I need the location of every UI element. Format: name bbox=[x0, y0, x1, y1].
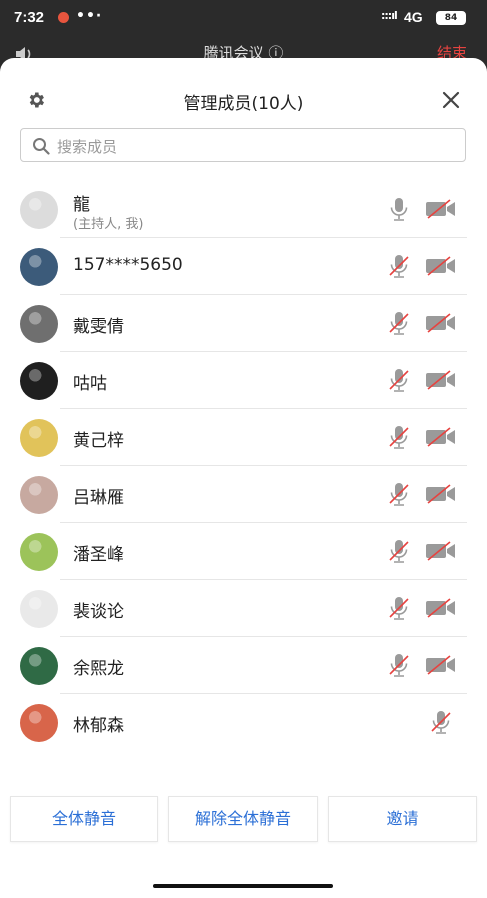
microphone-muted-icon[interactable] bbox=[388, 367, 410, 397]
invite-button[interactable]: 邀请 bbox=[328, 796, 477, 842]
member-row[interactable]: 余熙龙 bbox=[0, 637, 487, 694]
microphone-muted-icon[interactable] bbox=[388, 424, 410, 454]
camera-off-icon[interactable] bbox=[425, 427, 457, 451]
camera-off-icon[interactable] bbox=[425, 256, 457, 280]
status-dots: ••· bbox=[76, 8, 103, 24]
avatar bbox=[20, 419, 58, 457]
member-row[interactable]: 咕咕 bbox=[0, 352, 487, 409]
close-icon[interactable] bbox=[441, 90, 461, 114]
battery-icon: 84 bbox=[436, 11, 466, 25]
microphone-muted-icon[interactable] bbox=[430, 709, 452, 739]
manage-members-sheet: 管理成员(10人) 搜索成员 龍 (主持人, 我) 157****5650 戴雯倩咕咕… bbox=[0, 58, 487, 898]
camera-off-icon[interactable] bbox=[425, 313, 457, 337]
camera-off-icon[interactable] bbox=[425, 655, 457, 679]
member-row[interactable]: 林郁森 bbox=[0, 694, 487, 751]
member-row[interactable]: 吕琳雁 bbox=[0, 466, 487, 523]
action-bar: 全体静音 解除全体静音 邀请 bbox=[0, 793, 487, 843]
member-name: 咕咕 bbox=[73, 374, 107, 394]
member-name: 黄己梓 bbox=[73, 431, 124, 451]
member-row[interactable]: 潘圣峰 bbox=[0, 523, 487, 580]
member-role: (主持人, 我) bbox=[73, 217, 144, 232]
member-name: 吕琳雁 bbox=[73, 488, 124, 508]
avatar bbox=[20, 248, 58, 286]
avatar bbox=[20, 704, 58, 742]
member-name: 林郁森 bbox=[73, 716, 124, 736]
member-name: 龍 bbox=[73, 195, 90, 215]
avatar bbox=[20, 647, 58, 685]
status-bar: 7:32 ••· :::ıl 4G 84 bbox=[0, 0, 487, 36]
avatar bbox=[20, 305, 58, 343]
status-time: 7:32 bbox=[14, 9, 45, 26]
microphone-icon[interactable] bbox=[388, 196, 410, 226]
microphone-muted-icon[interactable] bbox=[388, 595, 410, 625]
signal-icon: :::ıl bbox=[381, 9, 398, 22]
avatar bbox=[20, 590, 58, 628]
member-name: 裴谈论 bbox=[73, 602, 124, 622]
member-name: 余熙龙 bbox=[73, 659, 124, 679]
avatar bbox=[20, 191, 58, 229]
camera-off-icon[interactable] bbox=[425, 484, 457, 508]
avatar bbox=[20, 533, 58, 571]
member-name: 潘圣峰 bbox=[73, 545, 124, 565]
member-list: 龍 (主持人, 我) 157****5650 戴雯倩咕咕黄己梓吕琳雁潘圣峰裴谈论余熙龙… bbox=[0, 181, 487, 751]
member-row[interactable]: 157****5650 bbox=[0, 238, 487, 295]
home-indicator bbox=[153, 884, 333, 888]
member-row[interactable]: 龍 (主持人, 我) bbox=[0, 181, 487, 238]
sheet-title: 管理成员(10人) bbox=[183, 94, 304, 114]
network-type: 4G bbox=[404, 9, 423, 25]
microphone-muted-icon[interactable] bbox=[388, 310, 410, 340]
camera-off-icon[interactable] bbox=[425, 199, 457, 223]
search-placeholder: 搜索成员 bbox=[57, 138, 118, 156]
avatar bbox=[20, 476, 58, 514]
search-icon bbox=[32, 137, 50, 159]
camera-off-icon[interactable] bbox=[425, 598, 457, 622]
search-input[interactable]: 搜索成员 bbox=[20, 128, 466, 162]
unmute-all-button[interactable]: 解除全体静音 bbox=[168, 796, 318, 842]
microphone-muted-icon[interactable] bbox=[388, 538, 410, 568]
member-row[interactable]: 戴雯倩 bbox=[0, 295, 487, 352]
avatar bbox=[20, 362, 58, 400]
mute-all-button[interactable]: 全体静音 bbox=[10, 796, 158, 842]
member-row[interactable]: 裴谈论 bbox=[0, 580, 487, 637]
member-name: 戴雯倩 bbox=[73, 317, 124, 337]
microphone-muted-icon[interactable] bbox=[388, 481, 410, 511]
notification-icon bbox=[58, 12, 69, 23]
member-name: 157****5650 bbox=[73, 255, 183, 275]
member-row[interactable]: 黄己梓 bbox=[0, 409, 487, 466]
microphone-muted-icon[interactable] bbox=[388, 652, 410, 682]
camera-off-icon[interactable] bbox=[425, 370, 457, 394]
microphone-muted-icon[interactable] bbox=[388, 253, 410, 283]
camera-off-icon[interactable] bbox=[425, 541, 457, 565]
